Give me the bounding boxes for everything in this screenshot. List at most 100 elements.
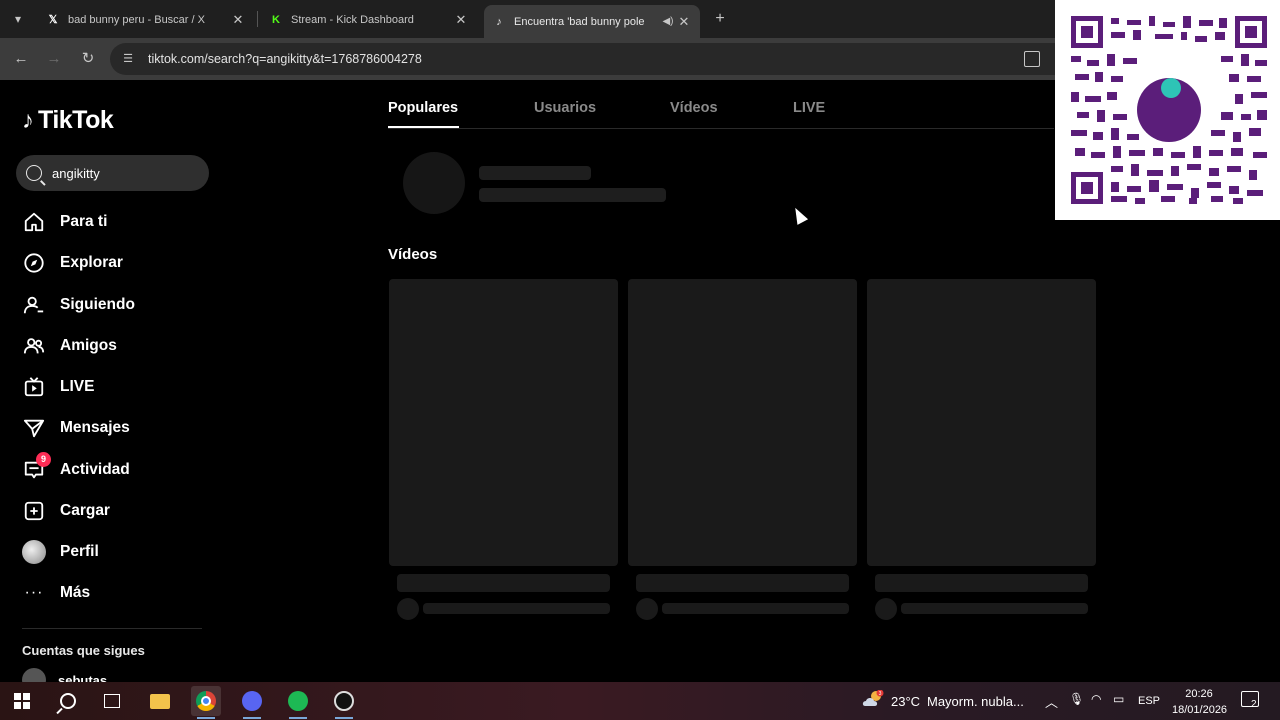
user-avatar-placeholder	[403, 152, 465, 214]
plus-square-icon	[22, 499, 46, 523]
logo-text: TikTok	[38, 106, 114, 134]
browser-tab-tiktok[interactable]: ♪ Encuentra 'bad bunny pole ◀) ✕	[484, 5, 700, 38]
tab-title: bad bunny peru - Buscar / X	[68, 13, 205, 26]
wifi-icon[interactable]: ◠	[1091, 692, 1101, 706]
browser-tab-x[interactable]: 𝕏 bad bunny peru - Buscar / X ✕	[38, 5, 254, 34]
avatar	[22, 540, 46, 564]
tab-title: Stream - Kick Dashboard	[291, 13, 414, 26]
site-info-icon[interactable]: ☰	[120, 51, 136, 67]
tab-videos[interactable]: Vídeos	[670, 100, 718, 116]
video-card-placeholder[interactable]	[389, 279, 618, 566]
discord-icon[interactable]	[237, 686, 267, 719]
home-icon	[22, 210, 46, 234]
weather-cloud-icon[interactable]: 3	[862, 690, 884, 708]
notification-count: 2	[1251, 699, 1257, 710]
video-author-avatar-placeholder	[875, 598, 897, 620]
inbox-icon: 9	[22, 452, 51, 482]
notification-badge: 9	[36, 452, 51, 467]
search-box[interactable]	[16, 155, 209, 191]
nav-label: Para ti	[60, 213, 108, 230]
address-bar[interactable]: ☰ tiktok.com/search?q=angikitty&t=176878…	[110, 43, 1210, 75]
install-app-icon[interactable]	[1024, 51, 1040, 67]
tiktok-logo[interactable]: ♪ TikTok	[22, 106, 114, 135]
nav-item-mensajes[interactable]: Mensajes	[22, 412, 130, 444]
file-explorer-icon[interactable]	[145, 686, 175, 716]
browser-tab-kick[interactable]: K Stream - Kick Dashboard ✕	[261, 5, 477, 34]
battery-icon[interactable]: ▭	[1113, 692, 1124, 706]
tab-title: Encuentra 'bad bunny pole	[514, 15, 645, 28]
mouse-cursor-icon	[789, 205, 809, 225]
nav-label: Mensajes	[60, 419, 130, 436]
qr-code-icon	[1071, 16, 1267, 204]
sidebar-divider	[22, 628, 202, 629]
search-input[interactable]	[52, 165, 192, 181]
user-name-placeholder	[479, 166, 591, 180]
compass-icon	[22, 251, 46, 275]
more-dots-icon: ···	[24, 584, 44, 601]
nav-label: Siguiendo	[60, 296, 135, 313]
tab-live[interactable]: LIVE	[793, 100, 825, 116]
weather-condition[interactable]: Mayorm. nubla...	[927, 694, 1024, 709]
video-card-placeholder[interactable]	[628, 279, 857, 566]
nav-item-explorar[interactable]: Explorar	[22, 247, 123, 279]
windows-taskbar: 3 23°C Mayorm. nubla... ︿ 🎙 ◠ ▭ ESP 20:2…	[0, 682, 1280, 720]
clock-date: 18/01/2026	[1172, 704, 1228, 716]
video-caption-placeholder	[636, 574, 849, 592]
search-icon[interactable]	[26, 165, 42, 181]
weather-badge: 3	[879, 691, 882, 697]
reload-icon[interactable]: ↻	[78, 49, 98, 69]
taskbar-search-icon[interactable]	[53, 686, 83, 716]
clock[interactable]: 20:26 18/01/2026	[1172, 686, 1228, 718]
back-arrow-icon[interactable]: ←	[11, 49, 31, 69]
nav-item-cargar[interactable]: Cargar	[22, 495, 110, 527]
close-tab-icon[interactable]: ✕	[453, 12, 469, 28]
windows-start-icon[interactable]	[7, 686, 37, 716]
nav-item-actividad[interactable]: 9 Actividad	[22, 452, 130, 486]
close-tab-icon[interactable]: ✕	[676, 14, 692, 30]
tab-populares[interactable]: Populares	[388, 100, 458, 116]
nav-label: Más	[60, 584, 91, 601]
nav-item-live[interactable]: LIVE	[22, 371, 94, 403]
video-author-placeholder	[901, 603, 1088, 614]
tabs-divider	[388, 128, 1054, 129]
tab-search-chevron-icon[interactable]: ▾	[8, 9, 28, 29]
live-tv-icon	[22, 375, 46, 399]
language-indicator[interactable]: ESP	[1138, 695, 1160, 707]
send-icon	[22, 416, 46, 440]
yape-qr-overlay	[1055, 0, 1280, 220]
video-card-placeholder[interactable]	[867, 279, 1096, 566]
close-tab-icon[interactable]: ✕	[230, 12, 246, 28]
nav-item-amigos[interactable]: Amigos	[22, 330, 117, 362]
chrome-icon[interactable]	[191, 686, 221, 719]
obs-icon[interactable]	[329, 686, 359, 719]
nav-item-para-ti[interactable]: Para ti	[22, 206, 107, 238]
tiktok-logo-icon: ♪	[496, 15, 502, 28]
video-author-avatar-placeholder	[636, 598, 658, 620]
forward-arrow-icon[interactable]: →	[44, 49, 64, 69]
nav-label: Actividad	[60, 461, 130, 478]
person-follow-icon	[22, 293, 46, 317]
new-tab-button[interactable]: +	[710, 9, 730, 29]
nav-item-perfil[interactable]: Perfil	[22, 536, 99, 568]
nav-item-mas[interactable]: ··· Más	[22, 577, 91, 609]
chevron-up-icon[interactable]: ︿	[1045, 692, 1058, 711]
nav-label: LIVE	[60, 378, 95, 395]
spotify-icon[interactable]	[283, 686, 313, 719]
nav-item-siguiendo[interactable]: Siguiendo	[22, 289, 135, 321]
speaker-icon[interactable]: ◀)	[660, 16, 676, 27]
nav-label: Cargar	[60, 502, 110, 519]
task-view-icon[interactable]	[97, 686, 127, 716]
tab-usuarios[interactable]: Usuarios	[534, 100, 596, 116]
video-author-placeholder	[662, 603, 849, 614]
videos-section-title: Vídeos	[388, 246, 438, 263]
user-info-placeholder	[479, 188, 666, 202]
nav-label: Perfil	[60, 543, 99, 560]
nav-label: Explorar	[60, 254, 123, 271]
tab-separator	[257, 11, 258, 27]
microphone-icon[interactable]: 🎙	[1069, 692, 1084, 706]
weather-temperature[interactable]: 23°C	[891, 694, 920, 709]
kick-logo-icon: K	[272, 13, 280, 26]
url-text[interactable]: tiktok.com/search?q=angikitty&t=17687860…	[148, 52, 422, 66]
following-section-title: Cuentas que sigues	[22, 643, 145, 658]
video-author-placeholder	[423, 603, 610, 614]
